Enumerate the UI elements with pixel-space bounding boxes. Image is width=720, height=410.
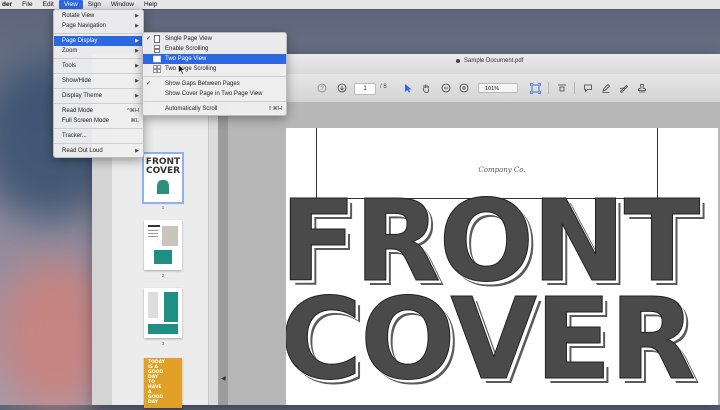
- menu-item-single-page-view[interactable]: ✓ Single Page View: [143, 34, 286, 44]
- menu-item-enable-scrolling[interactable]: Enable Scrolling: [143, 44, 286, 54]
- zoom-out-icon[interactable]: [440, 81, 452, 95]
- menu-item-page-display[interactable]: Page Display ▶: [54, 36, 143, 46]
- menu-view[interactable]: View: [58, 0, 83, 9]
- window-title: Sample Document.pdf: [464, 58, 524, 64]
- select-arrow-icon[interactable]: [402, 81, 414, 95]
- menu-separator: [54, 33, 143, 34]
- view-menu: Rotate View ▶ Page Navigation ▶ Page Displ…: [53, 9, 144, 158]
- menu-file[interactable]: File: [17, 0, 37, 9]
- thumbnail-1-text: FRONT COVER: [145, 157, 181, 176]
- menu-separator: [143, 101, 286, 102]
- thumbnail-page-4[interactable]: TODAY IS A GOOD DAY TO HAVE A GOOD DAY: [144, 358, 182, 408]
- menu-item-read-mode[interactable]: Read Mode ^⌘H: [54, 106, 143, 116]
- thumbnail-number: 1: [161, 205, 165, 210]
- menu-app-name[interactable]: der: [0, 0, 17, 9]
- submenu-arrow-icon: ▶: [135, 93, 139, 99]
- sidebar-collapse-icon[interactable]: ◀: [221, 375, 226, 382]
- submenu-arrow-icon: ▶: [135, 48, 139, 54]
- hand-tool-icon[interactable]: [420, 81, 432, 95]
- page-number-field[interactable]: 1: [354, 83, 376, 95]
- company-name: Company Co.: [478, 166, 526, 174]
- help-icon[interactable]: ?: [316, 81, 328, 95]
- headline-cover: COVER: [286, 275, 696, 405]
- menu-item-rotate-view[interactable]: Rotate View ▶: [54, 11, 143, 21]
- two-page-scrolling-icon: [153, 65, 161, 73]
- menu-separator: [54, 128, 143, 129]
- menu-item-two-page-scrolling[interactable]: Two Page Scrolling: [143, 64, 286, 74]
- menu-item-show-hide[interactable]: Show/Hide ▶: [54, 76, 143, 86]
- menu-item-automatically-scroll[interactable]: Automatically Scroll ⇧⌘H: [143, 104, 286, 114]
- submenu-arrow-icon: ▶: [135, 23, 139, 29]
- menu-bar: der File Edit View Sign Window Help: [0, 0, 720, 9]
- fit-page-icon[interactable]: [528, 81, 542, 95]
- edited-dot-icon: [456, 59, 460, 63]
- toolbar-separator: [574, 82, 575, 94]
- menu-item-tracker[interactable]: Tracker...: [54, 131, 143, 141]
- menu-help[interactable]: Help: [139, 0, 162, 9]
- menu-edit[interactable]: Edit: [38, 0, 59, 9]
- sidebar-resize-handle[interactable]: [218, 102, 228, 405]
- submenu-arrow-icon: ▶: [135, 38, 139, 44]
- menu-separator: [54, 88, 143, 89]
- menu-window[interactable]: Window: [106, 0, 139, 9]
- page-total: / 8: [380, 84, 387, 90]
- menu-item-page-navigation[interactable]: Page Navigation ▶: [54, 21, 143, 31]
- menu-separator: [54, 58, 143, 59]
- thumbnail-page-1[interactable]: FRONT COVER: [142, 152, 184, 204]
- thumbnail-page-2[interactable]: [144, 220, 182, 270]
- checkmark-icon: ✓: [146, 81, 152, 87]
- thumbnail-number: 2: [161, 273, 165, 278]
- page-tools-icon[interactable]: [556, 81, 568, 95]
- menu-item-display-theme[interactable]: Display Theme ▶: [54, 91, 143, 101]
- stamp-icon[interactable]: [636, 81, 648, 95]
- menu-separator: [54, 143, 143, 144]
- two-page-icon: [153, 55, 161, 63]
- menu-item-read-out-loud[interactable]: Read Out Loud ▶: [54, 146, 143, 156]
- menu-item-two-page-view[interactable]: Two Page View: [143, 54, 286, 64]
- highlight-pen-icon[interactable]: [600, 81, 612, 95]
- menu-item-show-cover-page[interactable]: Show Cover Page in Two Page View: [143, 89, 286, 99]
- zoom-level-select[interactable]: 101%: [478, 83, 518, 93]
- comment-icon[interactable]: [582, 81, 594, 95]
- submenu-arrow-icon: ▶: [135, 13, 139, 19]
- mouse-cursor-icon: [178, 64, 186, 75]
- pdf-page: Company Co. FRONT COVER: [286, 128, 718, 405]
- draw-icon[interactable]: [618, 81, 630, 95]
- menu-sign[interactable]: Sign: [83, 0, 106, 9]
- thumbnail-4-text: TODAY IS A GOOD DAY TO HAVE A GOOD DAY: [148, 360, 165, 405]
- thumbnail-page-3[interactable]: [144, 288, 182, 338]
- menu-separator: [143, 76, 286, 77]
- scrolling-icon: [153, 45, 161, 53]
- menu-item-tools[interactable]: Tools ▶: [54, 61, 143, 71]
- menu-item-zoom[interactable]: Zoom ▶: [54, 46, 143, 56]
- submenu-arrow-icon: ▶: [135, 78, 139, 84]
- single-page-icon: [153, 35, 161, 43]
- submenu-arrow-icon: ▶: [135, 148, 139, 154]
- menu-item-full-screen[interactable]: Full Screen Mode ⌘L: [54, 116, 143, 126]
- menu-item-show-gaps[interactable]: ✓ Show Gaps Between Pages: [143, 79, 286, 89]
- page-display-submenu: ✓ Single Page View Enable Scrolling Two …: [142, 32, 287, 116]
- svg-text:?: ?: [320, 86, 324, 92]
- thumbnail-1-image: [157, 180, 169, 194]
- checkmark-icon: ✓: [146, 36, 152, 42]
- next-page-icon[interactable]: [336, 81, 348, 95]
- thumbnail-number: 3: [161, 341, 165, 346]
- submenu-arrow-icon: ▶: [135, 63, 139, 69]
- menu-separator: [54, 73, 143, 74]
- document-view[interactable]: Company Co. FRONT COVER: [228, 102, 720, 405]
- menu-separator: [54, 103, 143, 104]
- zoom-in-icon[interactable]: [458, 81, 470, 95]
- toolbar-separator: [548, 82, 549, 94]
